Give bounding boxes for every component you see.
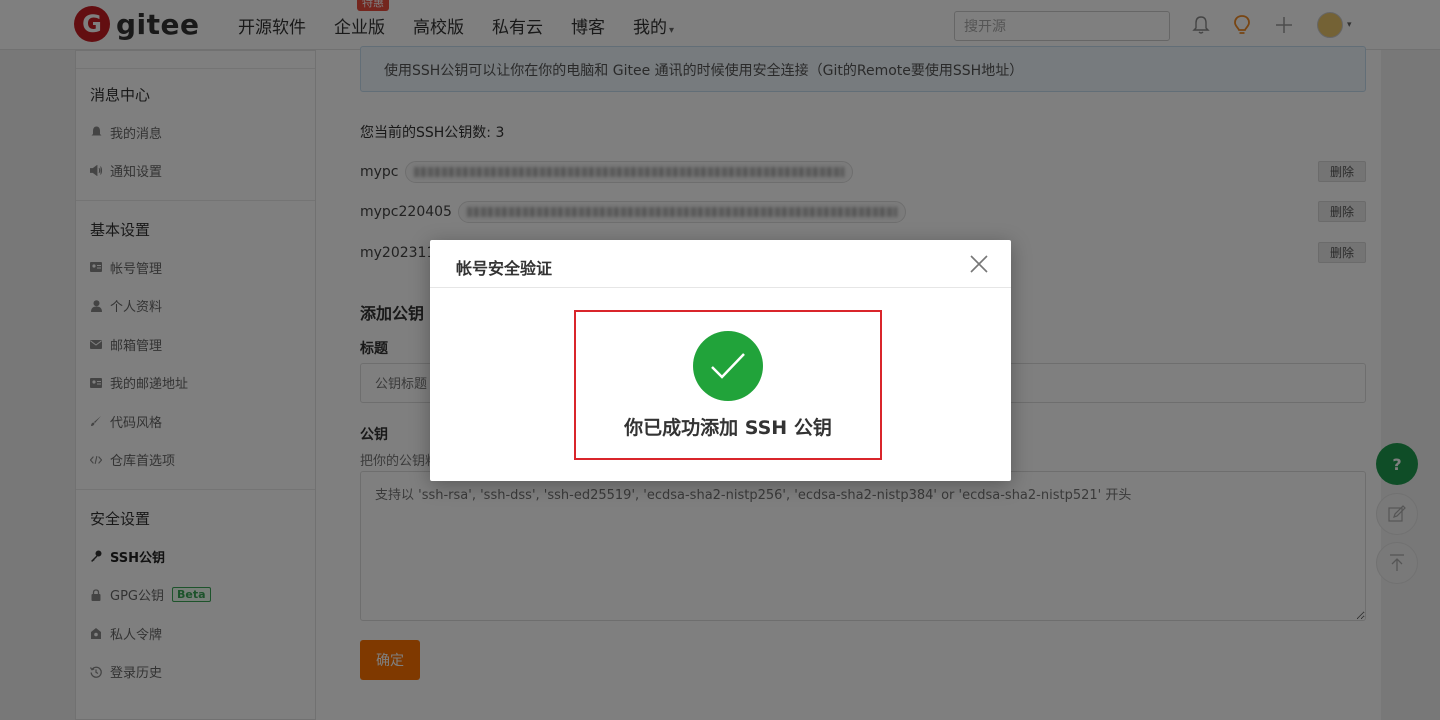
close-icon[interactable] <box>969 254 989 274</box>
success-message: 你已成功添加 SSH 公钥 <box>624 417 832 439</box>
success-highlight-box: 你已成功添加 SSH 公钥 <box>574 310 882 460</box>
dialog-header: 帐号安全验证 <box>430 240 1011 288</box>
check-circle-icon <box>693 331 763 401</box>
security-verification-dialog: 帐号安全验证 你已成功添加 SSH 公钥 <box>430 240 1011 481</box>
dialog-title: 帐号安全验证 <box>456 259 553 278</box>
